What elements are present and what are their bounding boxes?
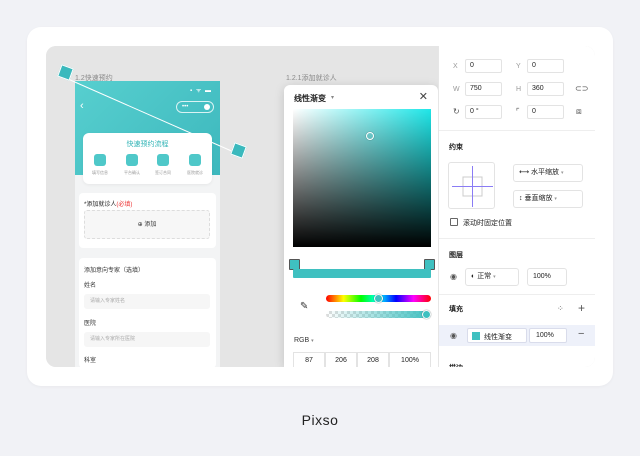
styles-grid-icon[interactable]: ⁘ bbox=[557, 304, 564, 313]
fixed-scroll-label: 滚动时固定位置 bbox=[463, 220, 512, 227]
radius-input[interactable]: 0 bbox=[527, 105, 564, 119]
alpha-slider[interactable] bbox=[326, 310, 431, 319]
fill-title: 填充 bbox=[449, 306, 463, 313]
fill-type-chip[interactable]: 线性渐变 bbox=[467, 328, 527, 343]
h-label: H bbox=[516, 86, 522, 93]
horizontal-constraint-select[interactable]: ⟷ 水平缩放 ▾ bbox=[513, 164, 583, 182]
color-mode-select[interactable]: RGB ▾ bbox=[294, 337, 314, 344]
stroke-title: 描边 bbox=[449, 363, 463, 367]
alpha-input[interactable]: 100% bbox=[389, 352, 431, 367]
v-arrows-icon: ↕ bbox=[519, 195, 523, 202]
y-input[interactable]: 0 bbox=[527, 59, 564, 73]
blue-input[interactable]: 208 bbox=[357, 352, 389, 367]
add-fill-icon[interactable]: + bbox=[578, 301, 585, 315]
constraints-title: 约束 bbox=[449, 144, 463, 151]
divider bbox=[439, 130, 595, 131]
design-canvas[interactable]: 1.2快速预约 1.2.1添加就诊人 ▪ ᯤ ▬ ‹ ••• 快速预约流程 填写… bbox=[46, 46, 438, 367]
y-label: Y bbox=[516, 63, 521, 70]
layer-title: 图层 bbox=[449, 252, 463, 259]
rotation-icon: ↻ bbox=[453, 107, 460, 116]
fill-row[interactable]: ◉ 线性渐变 100% − bbox=[439, 325, 595, 346]
sv-knob[interactable] bbox=[366, 132, 374, 140]
x-label: X bbox=[453, 63, 458, 70]
divider bbox=[439, 294, 595, 295]
color-picker-popover: 线性渐变 ▾ ✕ ✎ RGB ▾ 87 206 208 100% bbox=[284, 85, 438, 367]
independent-corners-icon[interactable]: ⧈ bbox=[576, 106, 582, 117]
pixso-editor-window: 1.2快速预约 1.2.1添加就诊人 ▪ ᯤ ▬ ‹ ••• 快速预约流程 填写… bbox=[46, 46, 595, 367]
fixed-scroll-checkbox[interactable] bbox=[450, 218, 458, 226]
chevron-down-icon[interactable]: ▾ bbox=[331, 94, 334, 101]
fill-type-select[interactable]: 线性渐变 bbox=[294, 93, 326, 104]
x-input[interactable]: 0 bbox=[465, 59, 502, 73]
w-label: W bbox=[453, 86, 460, 93]
close-icon[interactable]: ✕ bbox=[419, 90, 428, 103]
link-ratio-icon[interactable]: ⊂⊃ bbox=[575, 84, 588, 93]
hue-slider[interactable] bbox=[326, 294, 431, 303]
eye-icon[interactable]: ◉ bbox=[450, 272, 457, 281]
height-input[interactable]: 360 bbox=[527, 82, 564, 96]
eye-icon[interactable]: ◉ bbox=[450, 331, 457, 340]
layer-opacity-input[interactable]: 100% bbox=[527, 268, 567, 286]
green-input[interactable]: 206 bbox=[325, 352, 357, 367]
gradient-bar[interactable] bbox=[293, 269, 431, 278]
eyedropper-icon[interactable]: ✎ bbox=[300, 301, 308, 312]
red-input[interactable]: 87 bbox=[293, 352, 325, 367]
hue-knob[interactable] bbox=[374, 294, 383, 303]
corner-radius-icon: ⌜ bbox=[516, 107, 520, 116]
fill-name: 线性渐变 bbox=[484, 334, 512, 341]
fill-opacity-input[interactable]: 100% bbox=[529, 328, 567, 343]
alpha-knob[interactable] bbox=[422, 310, 431, 319]
vertical-constraint-select[interactable]: ↕ 垂直缩放 ▾ bbox=[513, 190, 583, 208]
remove-fill-icon[interactable]: − bbox=[578, 328, 584, 340]
brand-caption: Pixso bbox=[301, 412, 339, 428]
properties-panel: X 0 Y 0 W 750 H 360 ⊂⊃ ↻ 0 ° ⌜ 0 ⧈ 约束 ⟷ … bbox=[438, 46, 595, 367]
constraints-widget[interactable] bbox=[448, 162, 495, 209]
blend-mode-select[interactable]: ◐ 正常 ▾ bbox=[465, 268, 519, 286]
h-arrows-icon: ⟷ bbox=[519, 169, 530, 176]
divider bbox=[439, 238, 595, 239]
blend-icon: ◐ bbox=[471, 273, 476, 280]
width-input[interactable]: 750 bbox=[465, 82, 502, 96]
rotation-input[interactable]: 0 ° bbox=[465, 105, 502, 119]
fill-swatch[interactable] bbox=[472, 332, 480, 340]
saturation-value-area[interactable] bbox=[293, 109, 431, 247]
